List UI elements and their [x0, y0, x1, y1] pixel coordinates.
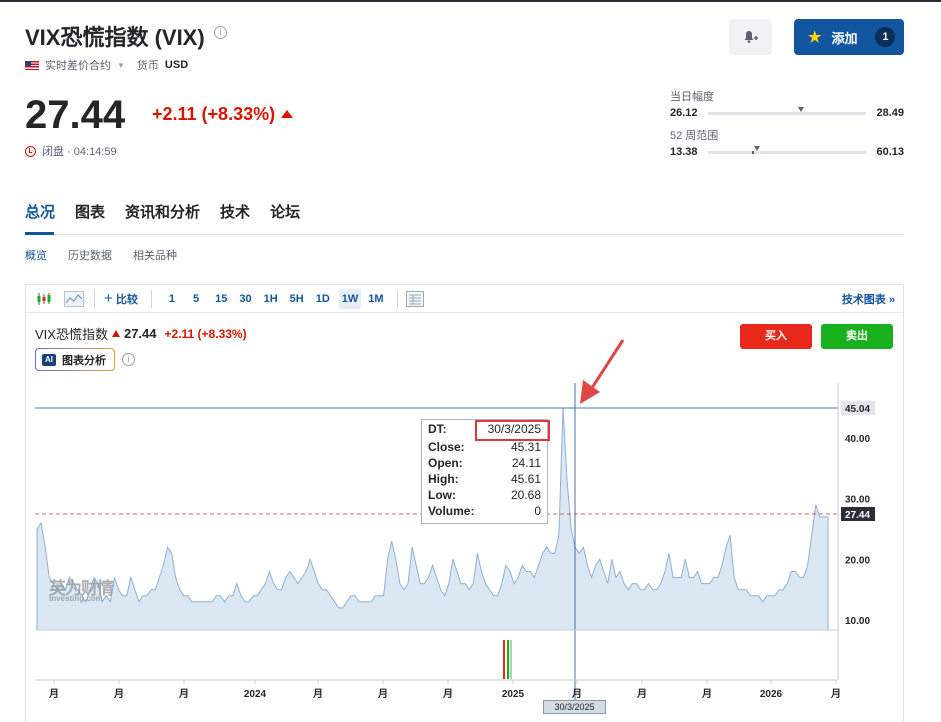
volume-bar [510, 640, 512, 679]
tt-volume-label: Volume: [428, 504, 475, 518]
tooltip-row-high: High: 45.61 [422, 471, 547, 487]
y-tick-label: 40.00 [845, 434, 870, 445]
x-tick-label: 月 [830, 688, 841, 700]
x-tick-label: 月 [571, 688, 582, 700]
tt-high-label: High: [428, 472, 459, 486]
x-tick-label: 月 [377, 688, 388, 700]
tt-volume-value: 0 [534, 504, 541, 518]
tooltip-row-open: Open: 24.11 [422, 455, 547, 471]
tooltip-row-volume: Volume: 0 [422, 503, 547, 519]
crosshair-date-label: 30/3/2025 [543, 700, 606, 714]
x-tick-label: 2024 [244, 689, 267, 700]
tt-close-label: Close: [428, 440, 465, 454]
tt-open-value: 24.11 [511, 456, 541, 470]
y-tick-label: 20.00 [845, 555, 870, 566]
tt-low-label: Low: [428, 488, 456, 502]
tt-close-value: 45.31 [510, 440, 541, 454]
x-tick-label: 月 [178, 688, 189, 700]
annotation-arrow-line [586, 339, 625, 395]
tt-low-value: 20.68 [510, 488, 541, 502]
y-tick-label: 30.00 [845, 495, 870, 506]
tt-dt-label: DT: [428, 422, 447, 436]
x-tick-label: 月 [312, 688, 323, 700]
price-chart[interactable]: 10.00 20.00 30.00 40.00 月 月 月 2024 月 月 月 2025 月 月 月 20… [0, 0, 941, 722]
last-price-label: 27.44 [845, 510, 870, 521]
x-tick-label: 月 [113, 688, 124, 700]
x-tick-label: 月 [442, 688, 453, 700]
x-tick-label: 2025 [502, 689, 525, 700]
highlight-box [475, 420, 550, 441]
x-tick-label: 月 [636, 688, 647, 700]
high-price-label: 45.04 [845, 404, 870, 415]
tt-open-label: Open: [428, 456, 463, 470]
tt-high-value: 45.61 [510, 472, 541, 486]
tooltip-row-close: Close: 45.31 [422, 439, 547, 455]
x-tick-label: 2026 [760, 689, 783, 700]
volume-bar [503, 640, 505, 679]
tooltip-row-low: Low: 20.68 [422, 487, 547, 503]
annotation-arrow-head [580, 380, 600, 404]
x-tick-label: 月 [701, 688, 712, 700]
watermark-subtitle: Investing.com [49, 594, 103, 603]
x-tick-label: 月 [48, 688, 59, 700]
volume-bar [507, 640, 509, 679]
y-tick-label: 10.00 [845, 616, 870, 627]
ohlc-tooltip: DT: 30/3/2025 Close: 45.31 Open: 24.11 High… [421, 419, 550, 524]
